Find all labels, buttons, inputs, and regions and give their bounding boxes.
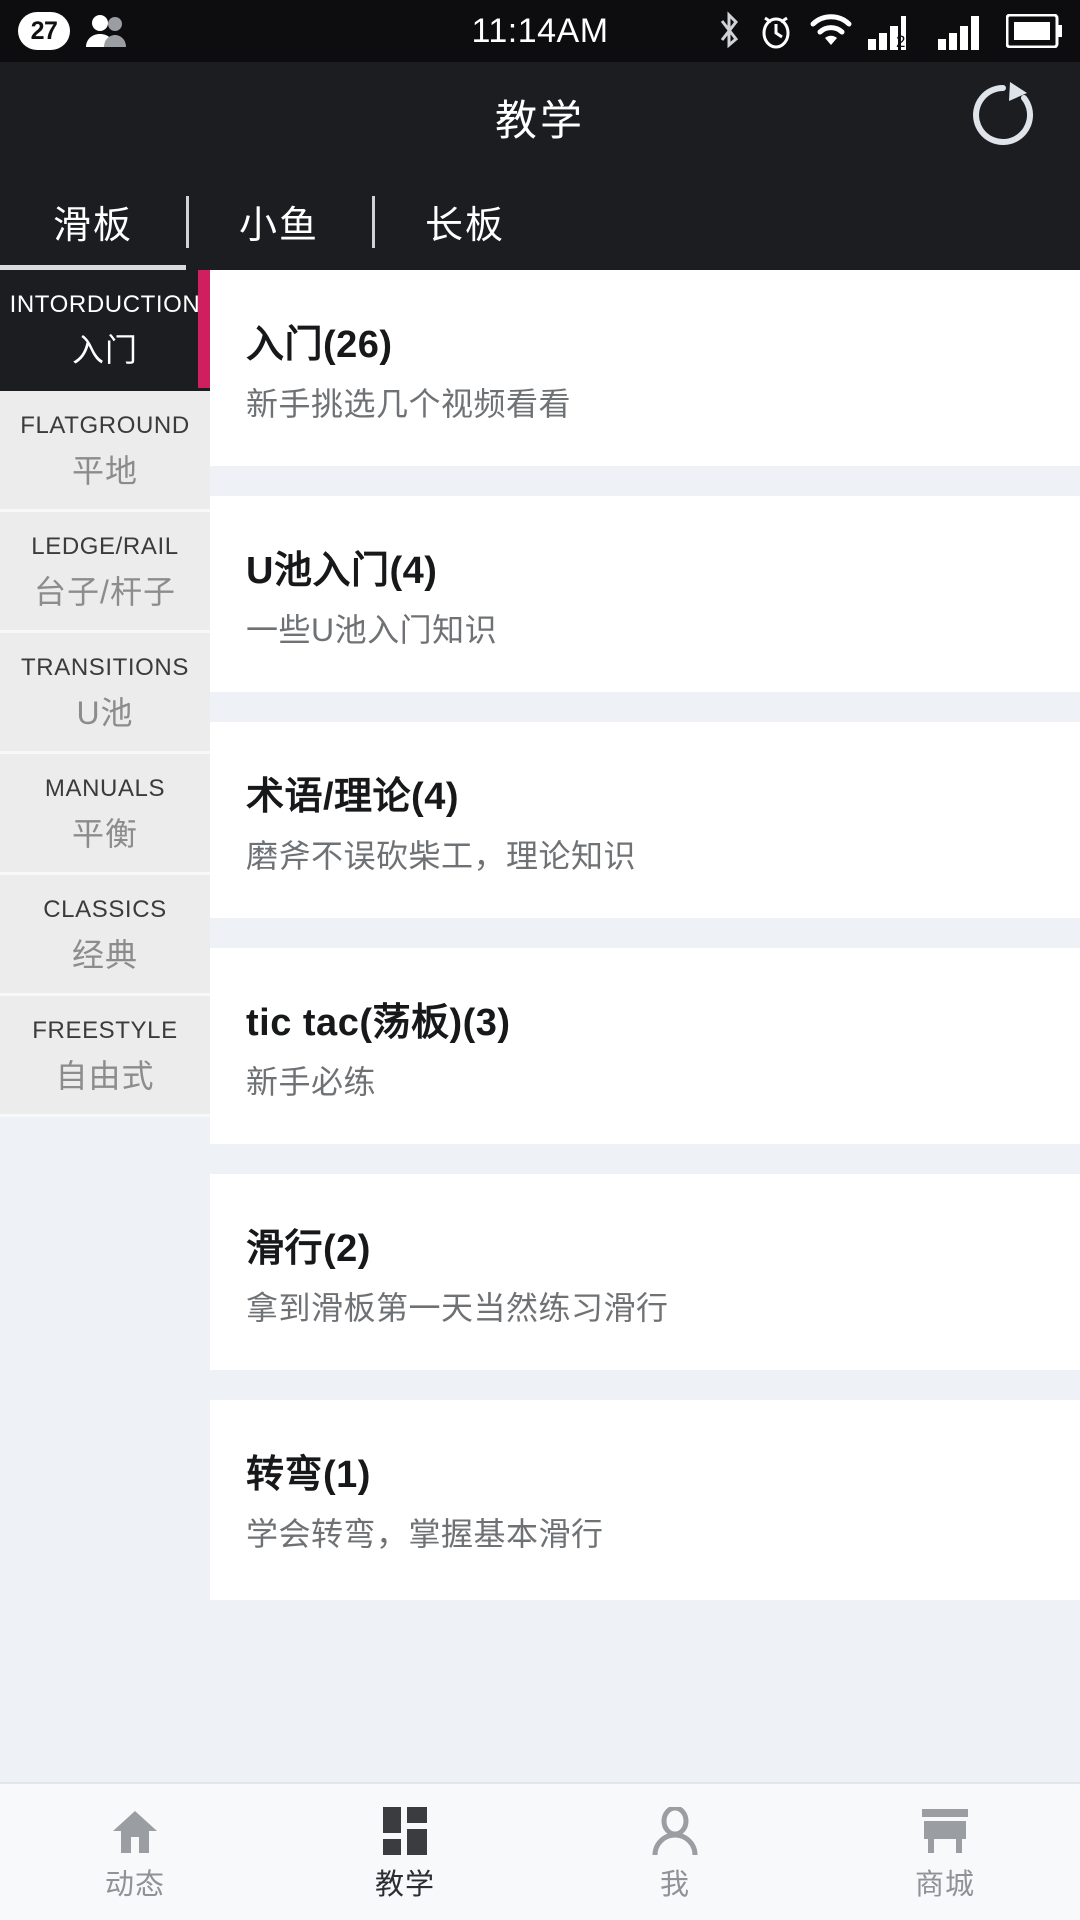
nav-label: 商城 <box>915 1871 975 1900</box>
lesson-title: tic tac(荡板)(3) <box>246 1004 1080 1042</box>
tab-changban[interactable]: 长板 <box>372 172 558 270</box>
person-icon <box>652 1805 698 1857</box>
lesson-subtitle: 学会转弯，掌握基本滑行 <box>246 1518 1080 1550</box>
lesson-title: 入门(26) <box>246 326 1080 364</box>
nav-item-wo[interactable]: 我 <box>540 1805 810 1900</box>
lesson-subtitle: 磨斧不误砍柴工，理论知识 <box>246 840 1080 872</box>
sidebar-item-classics[interactable]: CLASSICS 经典 <box>0 875 210 996</box>
sidebar-item-en-label: MANUALS <box>45 777 165 801</box>
lesson-title: 转弯(1) <box>246 1456 1080 1494</box>
lesson-subtitle: 一些U池入门知识 <box>246 614 1080 646</box>
sidebar-item-cn-label: 自由式 <box>55 1060 154 1092</box>
sidebar-item-cn-label: 入门 <box>72 334 138 366</box>
nav-label: 教学 <box>375 1871 435 1900</box>
lesson-title: U池入门(4) <box>246 552 1080 590</box>
tab-label: 长板 <box>425 194 505 249</box>
app-root: 27 11:14AM <box>0 0 1080 1920</box>
category-tabs: 滑板 小鱼 长板 <box>0 172 1080 270</box>
content-area: INTORDUCTION 入门 FLATGROUND 平地 LEDGE/RAIL… <box>0 270 1080 1782</box>
lesson-subtitle: 新手挑选几个视频看看 <box>246 388 1080 420</box>
nav-label: 动态 <box>105 1871 165 1900</box>
tab-label: 滑板 <box>53 194 133 249</box>
lesson-title: 术语/理论(4) <box>246 778 1080 816</box>
grid-icon <box>379 1805 431 1857</box>
tab-huaban[interactable]: 滑板 <box>0 172 186 270</box>
list-item[interactable]: 滑行(2) 拿到滑板第一天当然练习滑行 <box>210 1174 1080 1370</box>
page-title: 教学 <box>495 87 585 148</box>
sidebar-item-cn-label: 台子/杆子 <box>34 576 176 608</box>
nav-item-jiaoxue[interactable]: 教学 <box>270 1805 540 1900</box>
sidebar-item-cn-label: U池 <box>76 697 133 729</box>
bottom-navigation: 动态 教学 我 <box>0 1782 1080 1920</box>
lesson-subtitle: 新手必练 <box>246 1066 1080 1098</box>
store-icon <box>918 1805 972 1857</box>
list-divider <box>210 1370 1080 1400</box>
status-bar-clock: 11:14AM <box>0 12 1080 51</box>
list-divider <box>210 466 1080 496</box>
list-divider <box>210 1144 1080 1174</box>
nav-item-dongtai[interactable]: 动态 <box>0 1805 270 1900</box>
list-divider <box>210 692 1080 722</box>
sidebar-item-transitions[interactable]: TRANSITIONS U池 <box>0 633 210 754</box>
sidebar-item-cn-label: 平地 <box>72 455 138 487</box>
sidebar-item-ledge-rail[interactable]: LEDGE/RAIL 台子/杆子 <box>0 512 210 633</box>
list-item[interactable]: 术语/理论(4) 磨斧不误砍柴工，理论知识 <box>210 722 1080 918</box>
nav-item-shangcheng[interactable]: 商城 <box>810 1805 1080 1900</box>
nav-label: 我 <box>660 1871 690 1900</box>
sidebar-item-en-label: LEDGE/RAIL <box>31 535 178 559</box>
refresh-icon <box>966 78 1040 157</box>
category-sidebar: INTORDUCTION 入门 FLATGROUND 平地 LEDGE/RAIL… <box>0 270 210 1782</box>
refresh-button[interactable] <box>964 78 1042 156</box>
sidebar-item-en-label: TRANSITIONS <box>21 656 189 680</box>
tab-label: 小鱼 <box>239 194 319 249</box>
tab-xiaoyu[interactable]: 小鱼 <box>186 172 372 270</box>
sidebar-item-cn-label: 经典 <box>72 939 138 971</box>
lesson-list: 入门(26) 新手挑选几个视频看看 U池入门(4) 一些U池入门知识 术语/理论… <box>210 270 1080 1782</box>
sidebar-item-manuals[interactable]: MANUALS 平衡 <box>0 754 210 875</box>
sidebar-item-en-label: FLATGROUND <box>20 414 190 438</box>
lesson-title: 滑行(2) <box>246 1230 1080 1268</box>
list-item[interactable]: 入门(26) 新手挑选几个视频看看 <box>210 270 1080 466</box>
sidebar-item-en-label: INTORDUCTION <box>10 293 201 317</box>
sidebar-item-cn-label: 平衡 <box>72 818 138 850</box>
status-bar: 27 11:14AM <box>0 0 1080 62</box>
home-icon <box>109 1805 161 1857</box>
list-item[interactable]: 转弯(1) 学会转弯，掌握基本滑行 <box>210 1400 1080 1600</box>
list-item[interactable]: tic tac(荡板)(3) 新手必练 <box>210 948 1080 1144</box>
lesson-subtitle: 拿到滑板第一天当然练习滑行 <box>246 1292 1080 1324</box>
sidebar-item-intorduction[interactable]: INTORDUCTION 入门 <box>0 270 210 391</box>
sidebar-item-freestyle[interactable]: FREESTYLE 自由式 <box>0 996 210 1117</box>
list-item[interactable]: U池入门(4) 一些U池入门知识 <box>210 496 1080 692</box>
sidebar-item-en-label: FREESTYLE <box>32 1019 177 1043</box>
sidebar-item-flatground[interactable]: FLATGROUND 平地 <box>0 391 210 512</box>
sidebar-item-en-label: CLASSICS <box>43 898 167 922</box>
app-header: 教学 <box>0 62 1080 172</box>
list-divider <box>210 918 1080 948</box>
